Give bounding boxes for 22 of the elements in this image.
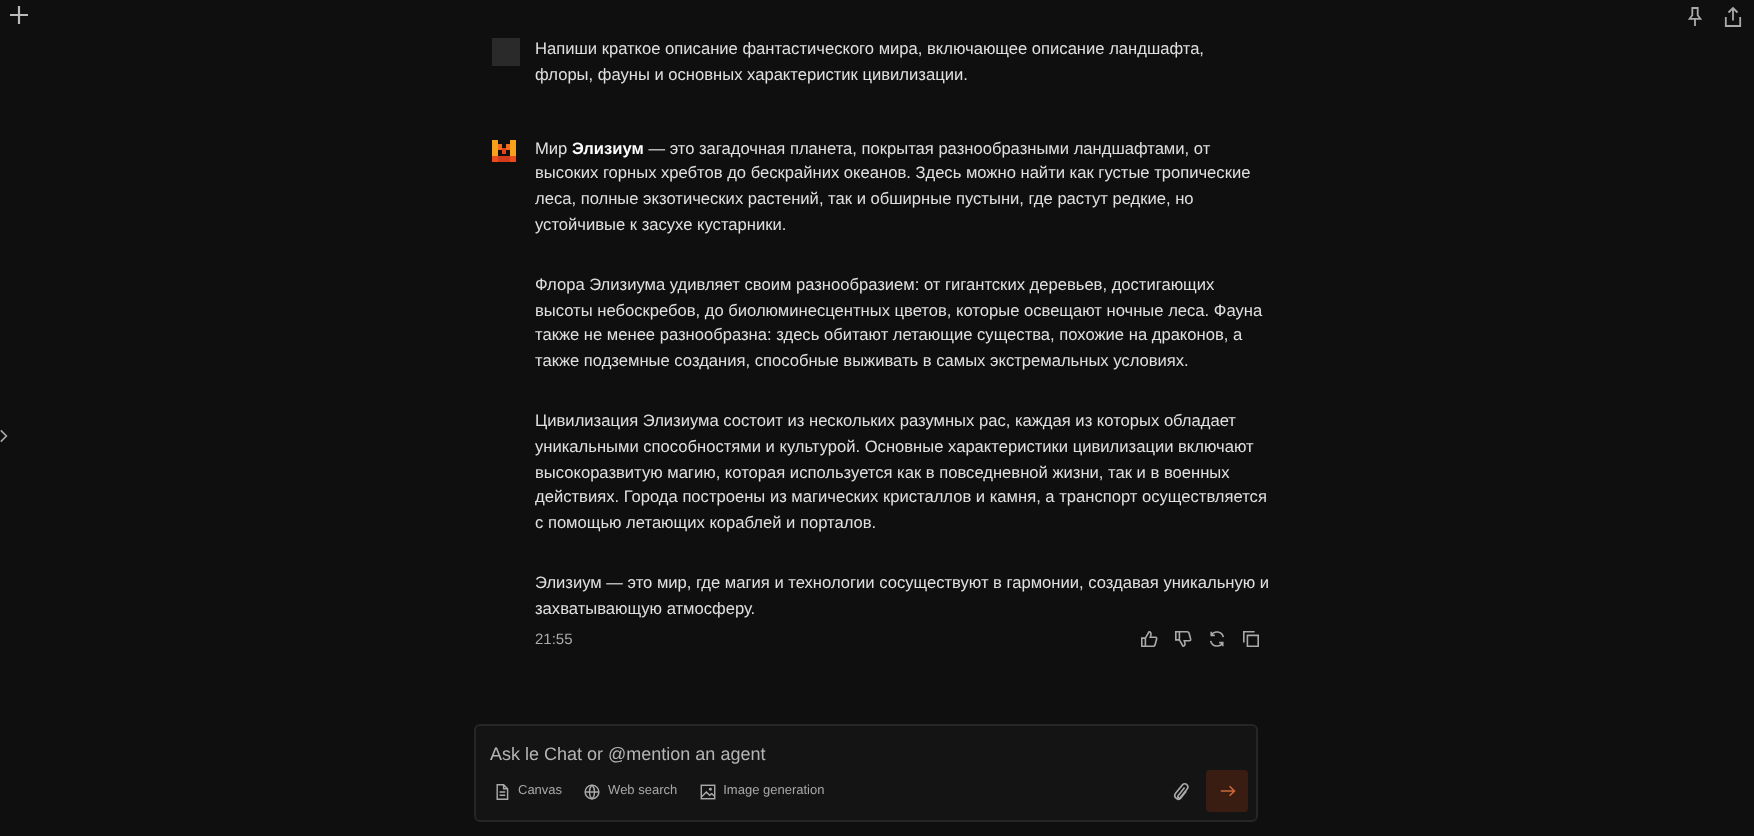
- response-paragraph: Цивилизация Элизиума состоит из нескольких разумных рас, каждая из которых обладает уникальными способностями и культурой. Основные характеристики цивилизации включают высокоразвитую магию, которая используется как в повседневной жизни, так и в военных действиях. Города построены из магических кристаллов и камня, а транспорт осуществляется с помощью летающих кораблей и порталов.: [535, 407, 1269, 536]
- share-icon[interactable]: [1724, 6, 1742, 28]
- logo-icon: [491, 139, 515, 162]
- image-icon: [699, 783, 716, 799]
- pin-icon[interactable]: [1686, 6, 1704, 28]
- response-paragraph: Элизиум — это мир, где магия и технологии сосуществуют в гармонии, создавая уникальную и захватывающую атмосферу.: [535, 569, 1271, 622]
- regenerate-icon[interactable]: [1207, 629, 1225, 648]
- copy-icon[interactable]: [1241, 629, 1259, 648]
- response-paragraph: Мир Элизиум — это загадочная планета, покрытая разнообразными ландшафтами, от высоких горных хребтов до бескрайних океанов. Здесь можно найти как густые тропические леса, полные экзотических растений, так и обширные пустыни, где растут редкие, но устойчивые к засухе кустарники.: [535, 135, 1253, 238]
- thumbs-up-icon[interactable]: [1139, 629, 1157, 648]
- thumbs-down-icon[interactable]: [1173, 629, 1191, 648]
- user-message: Напиши краткое описание фантастического мира, включающее описание ландшафта, флоры, фауны и основных характеристик цивилизации.: [535, 36, 1206, 88]
- chat-input[interactable]: Ask le Chat or @mention an agent: [490, 742, 1090, 764]
- paperclip-icon[interactable]: [1172, 780, 1190, 802]
- user-avatar: [491, 38, 519, 66]
- chevron-right-icon[interactable]: [0, 428, 8, 444]
- document-icon: [494, 783, 510, 799]
- send-button[interactable]: [1206, 770, 1248, 812]
- response-paragraph: Флора Элизиума удивляет своим разнообразием: от гигантских деревьев, достигающих высоты небоскребов, до биолюминесцентных цветов, которые освещают ночные леса. Фауна также не менее разнообразна: здесь обитают летающие существа, похожие на драконов, а также подземные создания, способные выживать в самых экстремальных условиях.: [535, 271, 1265, 374]
- globe-icon: [584, 783, 601, 799]
- new-chat-icon[interactable]: [10, 6, 28, 24]
- arrow-right-icon: [1219, 784, 1235, 798]
